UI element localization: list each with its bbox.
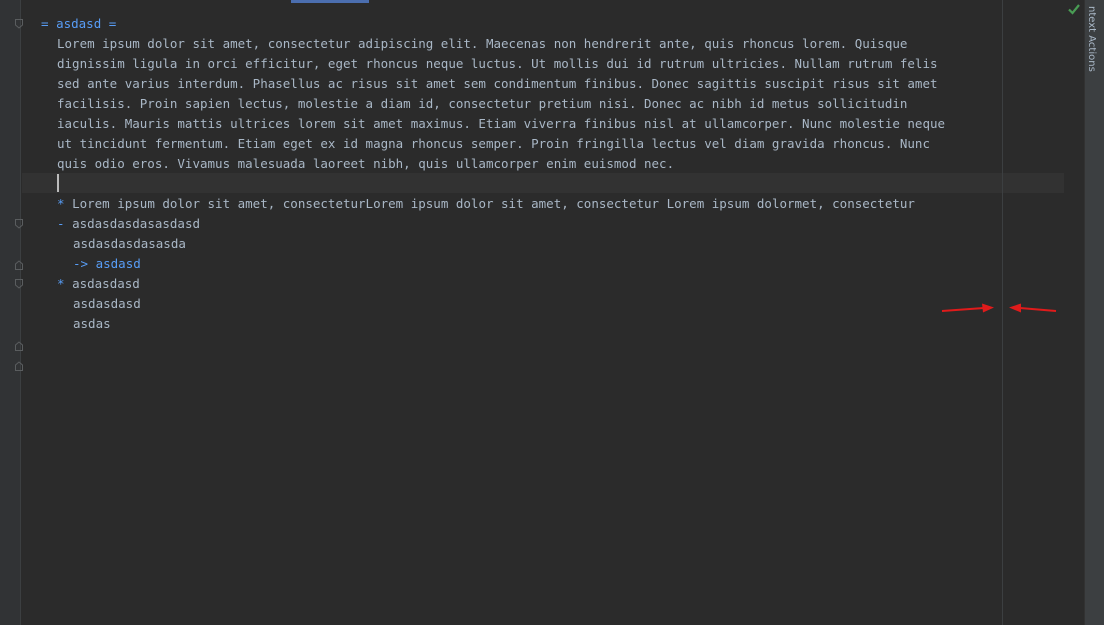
text-editor[interactable]: = asdasd = Lorem ipsum dolor sit amet, c… <box>22 0 1084 625</box>
heading-marker-close: = <box>101 16 117 31</box>
paragraph-line[interactable]: iaculis. Mauris mattis ultrices lorem si… <box>57 114 945 134</box>
bullet-marker: * <box>57 276 65 291</box>
context-actions-label[interactable]: ntext Actions <box>1086 6 1097 72</box>
list-item-continuation[interactable]: asdasdasdasasda <box>73 234 186 254</box>
editor-gutter[interactable] <box>0 0 23 625</box>
paragraph-line[interactable]: sed ante varius interdum. Phasellus ac r… <box>57 74 938 94</box>
list-item-continuation[interactable]: asdas <box>73 314 111 334</box>
heading-line[interactable]: = asdasd = <box>41 14 116 34</box>
list-item-text: asdasdasdasasdasd <box>72 216 200 231</box>
list-item-continuation[interactable]: -> asdasd <box>73 254 141 274</box>
current-line-highlight <box>22 173 1064 193</box>
bullet-marker: * <box>57 196 65 211</box>
annotation-arrow-right-icon <box>941 303 994 313</box>
list-item-text: Lorem ipsum dolor sit amet, consecteturL… <box>72 196 915 211</box>
list-item-text: asdasdasd <box>72 276 140 291</box>
context-actions-panel[interactable] <box>1084 0 1104 625</box>
dash-marker: - <box>57 216 65 231</box>
paragraph-line[interactable]: facilisis. Proin sapien lectus, molestie… <box>57 94 907 114</box>
heading-marker-open: = <box>41 16 57 31</box>
list-item[interactable]: * asdasdasd <box>57 274 140 294</box>
paragraph-line[interactable]: quis odio eros. Vivamus malesuada laoree… <box>57 154 674 174</box>
check-icon[interactable] <box>1067 2 1081 16</box>
list-item[interactable]: - asdasdasdasasdasd <box>57 214 200 234</box>
annotation-arrow-left-icon <box>1009 303 1057 313</box>
right-margin-guide <box>1002 0 1003 625</box>
list-item[interactable]: * Lorem ipsum dolor sit amet, consectetu… <box>57 194 915 214</box>
heading-title: asdasd <box>56 16 102 31</box>
paragraph-line[interactable]: ut tincidunt fermentum. Etiam eget ex id… <box>57 134 930 154</box>
list-item-continuation[interactable]: asdasdasd <box>73 294 141 314</box>
arrow-marker: -> <box>73 256 89 271</box>
paragraph-line[interactable]: Lorem ipsum dolor sit amet, consectetur … <box>57 34 907 54</box>
text-caret <box>57 174 59 192</box>
paragraph-line[interactable]: dignissim ligula in orci efficitur, eget… <box>57 54 938 74</box>
reference-link[interactable]: asdasd <box>96 256 141 271</box>
